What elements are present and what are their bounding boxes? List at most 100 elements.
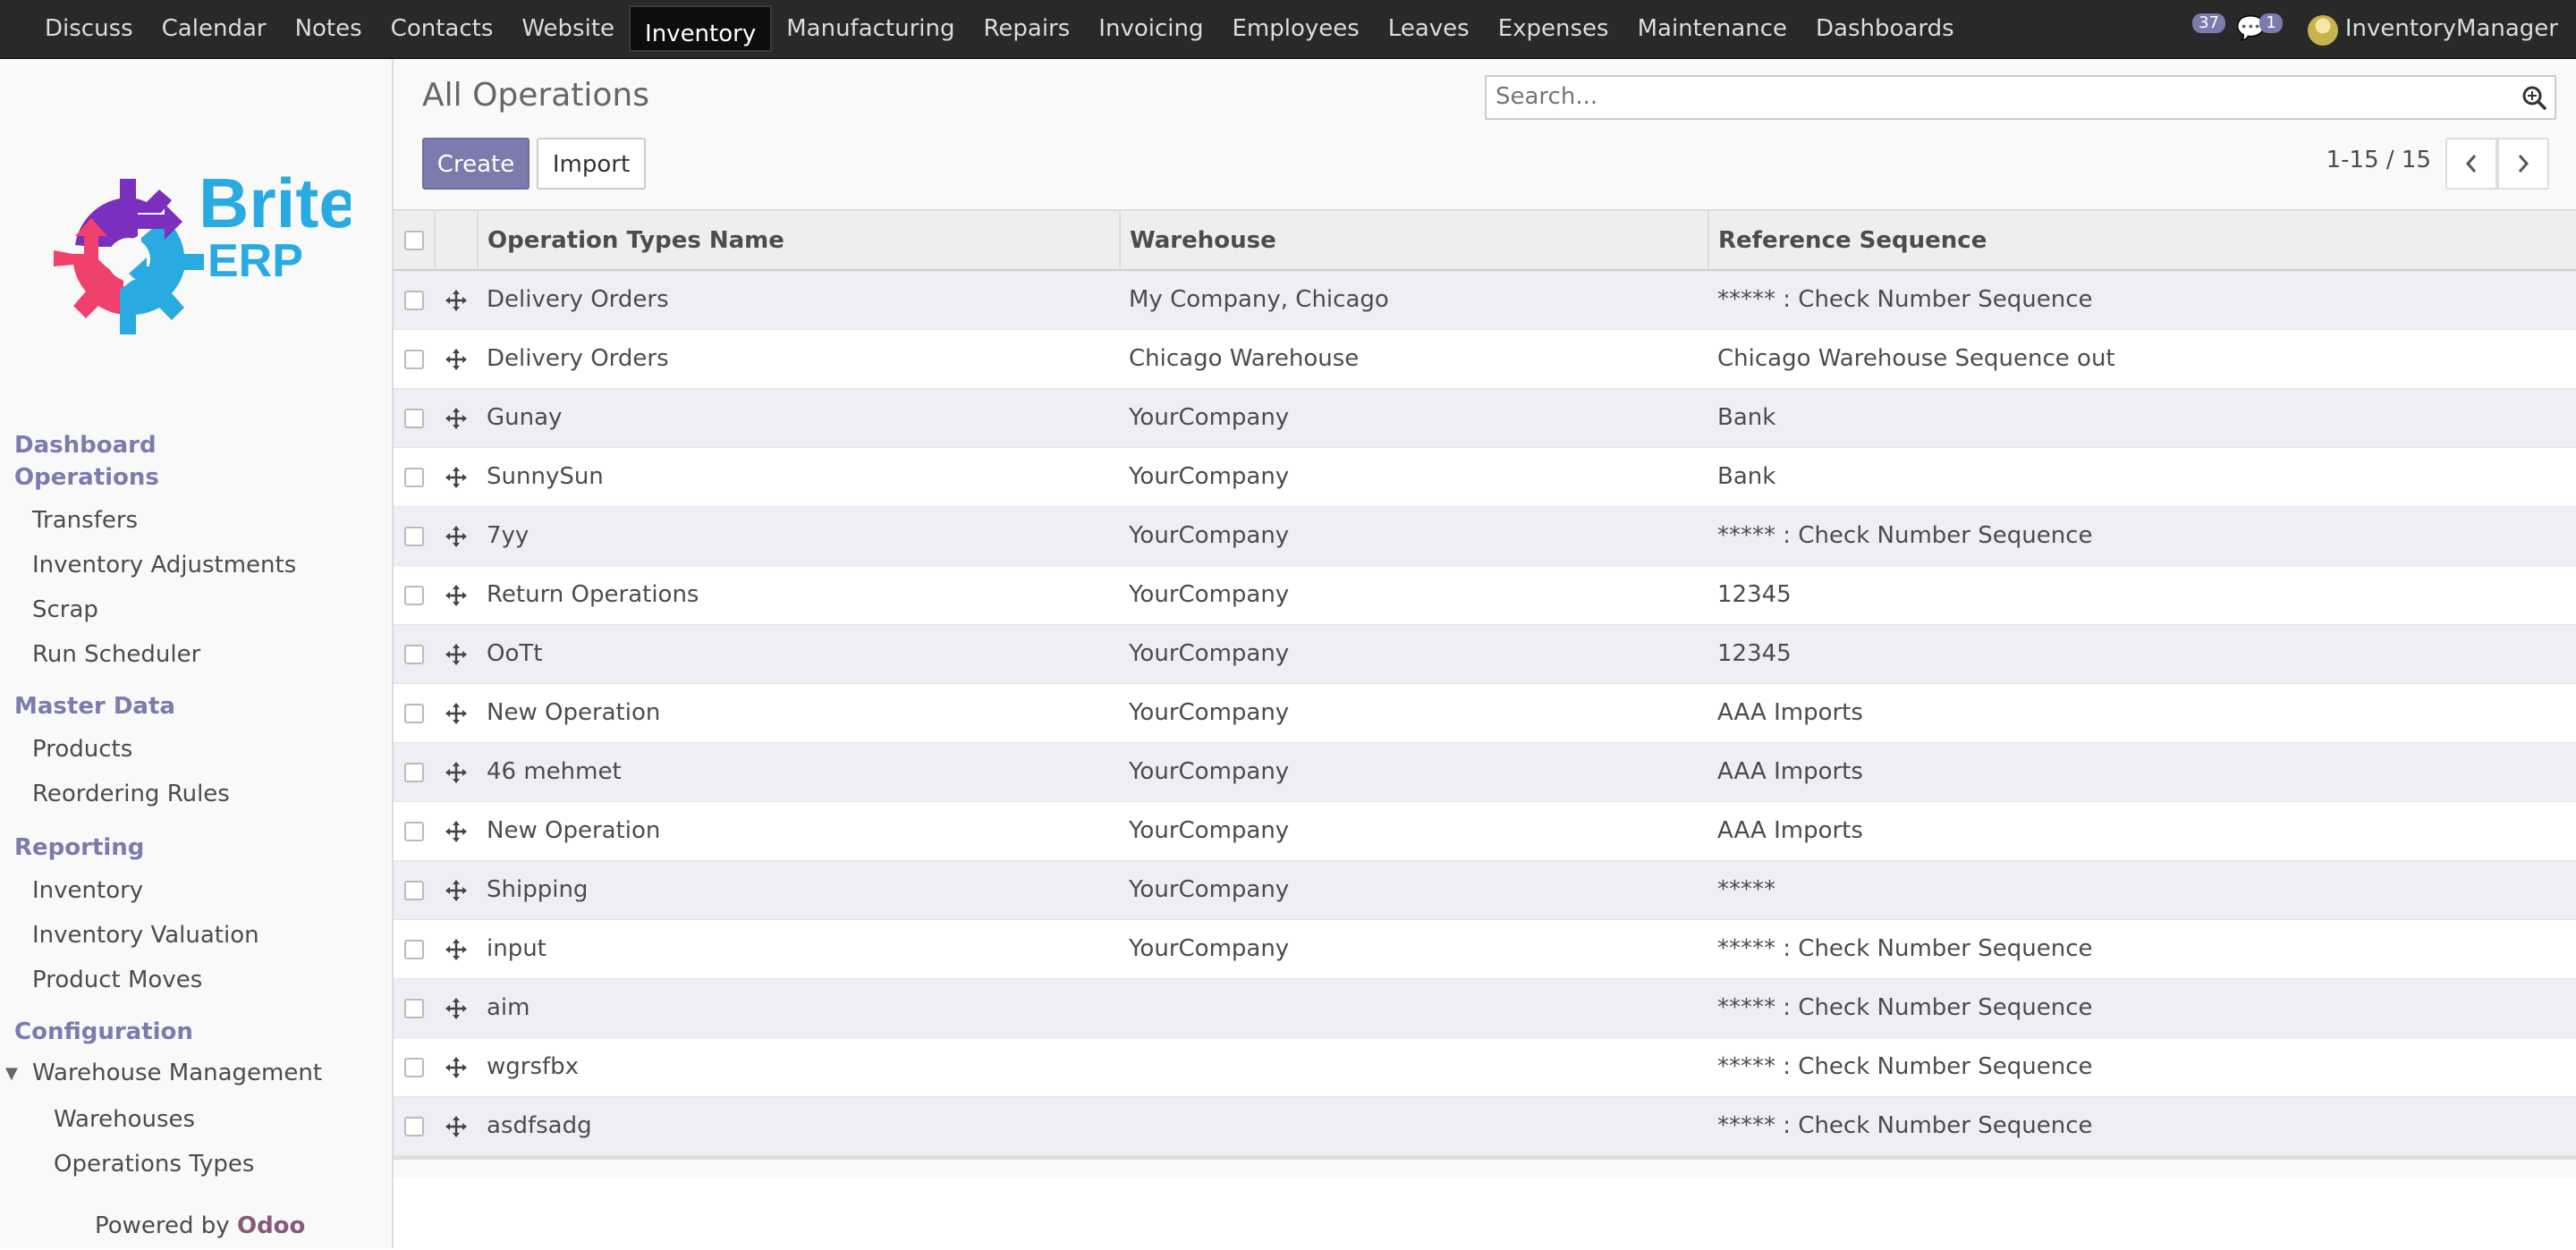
row-checkbox[interactable] [404, 408, 424, 428]
odoo-link[interactable]: Odoo [237, 1212, 305, 1239]
drag-handle-icon[interactable] [445, 1056, 468, 1079]
table-row[interactable]: OoTt YourCompany 12345 [394, 624, 2576, 684]
table-row[interactable]: SunnySun YourCompany Bank [394, 447, 2576, 507]
drag-handle-icon[interactable] [445, 938, 468, 961]
nav-item-dashboards[interactable]: Dashboards [1801, 0, 1969, 57]
row-checkbox[interactable] [404, 762, 424, 782]
table-row[interactable]: 7yy YourCompany ***** : Check Number Seque… [394, 506, 2576, 566]
import-button[interactable]: Import [537, 138, 646, 190]
row-checkbox[interactable] [404, 703, 424, 723]
nav-item-website[interactable]: Website [507, 0, 629, 57]
nav-item-notes[interactable]: Notes [281, 0, 377, 57]
drag-handle-icon[interactable] [445, 997, 468, 1020]
table-row[interactable]: New Operation YourCompany AAA Imports [394, 801, 2576, 861]
user-menu[interactable]: InventoryManager [2307, 13, 2558, 46]
column-header-reference-sequence[interactable]: Reference Sequence [1708, 211, 2576, 271]
menu-item-operations-types[interactable]: Operations Types [54, 1148, 254, 1180]
pager-previous-button[interactable] [2445, 138, 2497, 190]
nav-item-manufacturing[interactable]: Manufacturing [772, 0, 969, 57]
row-handle-cell [435, 978, 478, 1038]
row-handle-cell [435, 447, 478, 507]
menu-item-inventory-valuation[interactable]: Inventory Valuation [32, 919, 259, 951]
menu-section-reporting[interactable]: Reporting [14, 832, 144, 864]
row-checkbox[interactable] [404, 467, 424, 487]
nav-item-employees[interactable]: Employees [1217, 0, 1373, 57]
cell-warehouse [1120, 1037, 1708, 1097]
row-checkbox[interactable] [404, 290, 424, 310]
menu-item-inventory[interactable]: Inventory [32, 874, 143, 907]
row-checkbox[interactable] [404, 998, 424, 1018]
table-row[interactable]: input YourCompany ***** : Check Number Seq… [394, 919, 2576, 979]
drag-handle-icon[interactable] [445, 289, 468, 312]
cell-operation-type-name: 46 mehmet [478, 742, 1120, 802]
drag-handle-icon[interactable] [445, 348, 468, 371]
menu-item-reordering-rules[interactable]: Reordering Rules [32, 778, 230, 810]
pager-value[interactable]: 1-15 / 15 [2326, 147, 2431, 173]
menu-item-products[interactable]: Products [32, 733, 132, 765]
table-row[interactable]: Gunay YourCompany Bank [394, 388, 2576, 448]
menu-item-warehouses[interactable]: Warehouses [54, 1103, 195, 1136]
menu-section-configuration[interactable]: Configuration [14, 1016, 193, 1048]
search-icon[interactable] [2521, 84, 2547, 111]
menu-section-dashboard[interactable]: Dashboard [14, 429, 157, 461]
table-row[interactable]: Delivery Orders My Company, Chicago ***** … [394, 270, 2576, 330]
menu-section-operations[interactable]: Operations [14, 461, 159, 494]
drag-handle-icon[interactable] [445, 407, 468, 430]
nav-item-calendar[interactable]: Calendar [148, 0, 281, 57]
nav-item-invoicing[interactable]: Invoicing [1084, 0, 1217, 57]
row-checkbox[interactable] [404, 349, 424, 369]
table-row[interactable]: New Operation YourCompany AAA Imports [394, 683, 2576, 743]
row-checkbox[interactable] [404, 880, 424, 900]
row-checkbox[interactable] [404, 526, 424, 546]
chat-indicator[interactable]: 💬 1 [2236, 13, 2283, 42]
column-header-name[interactable]: Operation Types Name [478, 211, 1121, 271]
create-button[interactable]: Create [422, 138, 530, 190]
nav-item-expenses[interactable]: Expenses [1484, 0, 1623, 57]
messages-indicator[interactable]: 37 [2192, 13, 2226, 38]
drag-handle-icon[interactable] [445, 820, 468, 843]
drag-handle-icon[interactable] [445, 643, 468, 666]
column-header-warehouse[interactable]: Warehouse [1120, 211, 1709, 271]
table-row[interactable]: Shipping YourCompany ***** [394, 860, 2576, 920]
select-all-checkbox[interactable] [403, 231, 424, 250]
nav-item-inventory[interactable]: Inventory [629, 5, 773, 52]
table-row[interactable]: asdfsadg ***** : Check Number Sequence [394, 1096, 2576, 1156]
nav-item-maintenance[interactable]: Maintenance [1623, 0, 1801, 57]
row-checkbox[interactable] [404, 585, 424, 605]
menu-item-warehouse-management[interactable]: Warehouse Management [32, 1057, 322, 1089]
nav-item-leaves[interactable]: Leaves [1374, 0, 1484, 57]
table-row[interactable]: wgrsfbx ***** : Check Number Sequence [394, 1037, 2576, 1097]
pager-next-button[interactable] [2497, 138, 2549, 190]
drag-handle-icon[interactable] [445, 879, 468, 902]
row-checkbox[interactable] [404, 1057, 424, 1077]
drag-handle-icon[interactable] [445, 1115, 468, 1138]
nav-item-contacts[interactable]: Contacts [377, 0, 508, 57]
table-row[interactable]: Return Operations YourCompany 12345 [394, 565, 2576, 625]
drag-handle-icon[interactable] [445, 702, 468, 725]
row-checkbox[interactable] [404, 644, 424, 664]
menu-item-inventory-adjustments[interactable]: Inventory Adjustments [32, 549, 296, 581]
menu-item-product-moves[interactable]: Product Moves [32, 964, 202, 996]
nav-item-repairs[interactable]: Repairs [970, 0, 1085, 57]
table-row[interactable]: 46 mehmet YourCompany AAA Imports [394, 742, 2576, 802]
drag-handle-icon[interactable] [445, 525, 468, 548]
drag-handle-icon[interactable] [445, 584, 468, 607]
drag-handle-icon[interactable] [445, 761, 468, 784]
brite-erp-logo: Brite ERP [54, 164, 351, 334]
table-row[interactable]: Delivery Orders Chicago Warehouse Chicago … [394, 329, 2576, 389]
menu-item-scrap[interactable]: Scrap [32, 594, 98, 626]
menu-item-run-scheduler[interactable]: Run Scheduler [32, 638, 200, 671]
search-input[interactable] [1487, 77, 2506, 116]
menu-item-transfers[interactable]: Transfers [32, 504, 138, 536]
table-row[interactable]: aim ***** : Check Number Sequence [394, 978, 2576, 1038]
row-checkbox[interactable] [404, 821, 424, 841]
chevron-right-icon [2518, 155, 2529, 173]
row-checkbox[interactable] [404, 939, 424, 959]
nav-item-discuss[interactable]: Discuss [30, 0, 148, 57]
row-checkbox[interactable] [404, 1116, 424, 1136]
operations-table: Operation Types Name Warehouse Reference… [394, 211, 2576, 1156]
row-select-cell [394, 801, 435, 861]
menu-section-master-data[interactable]: Master Data [14, 690, 175, 722]
drag-handle-icon[interactable] [445, 466, 468, 489]
row-select-cell [394, 270, 435, 330]
